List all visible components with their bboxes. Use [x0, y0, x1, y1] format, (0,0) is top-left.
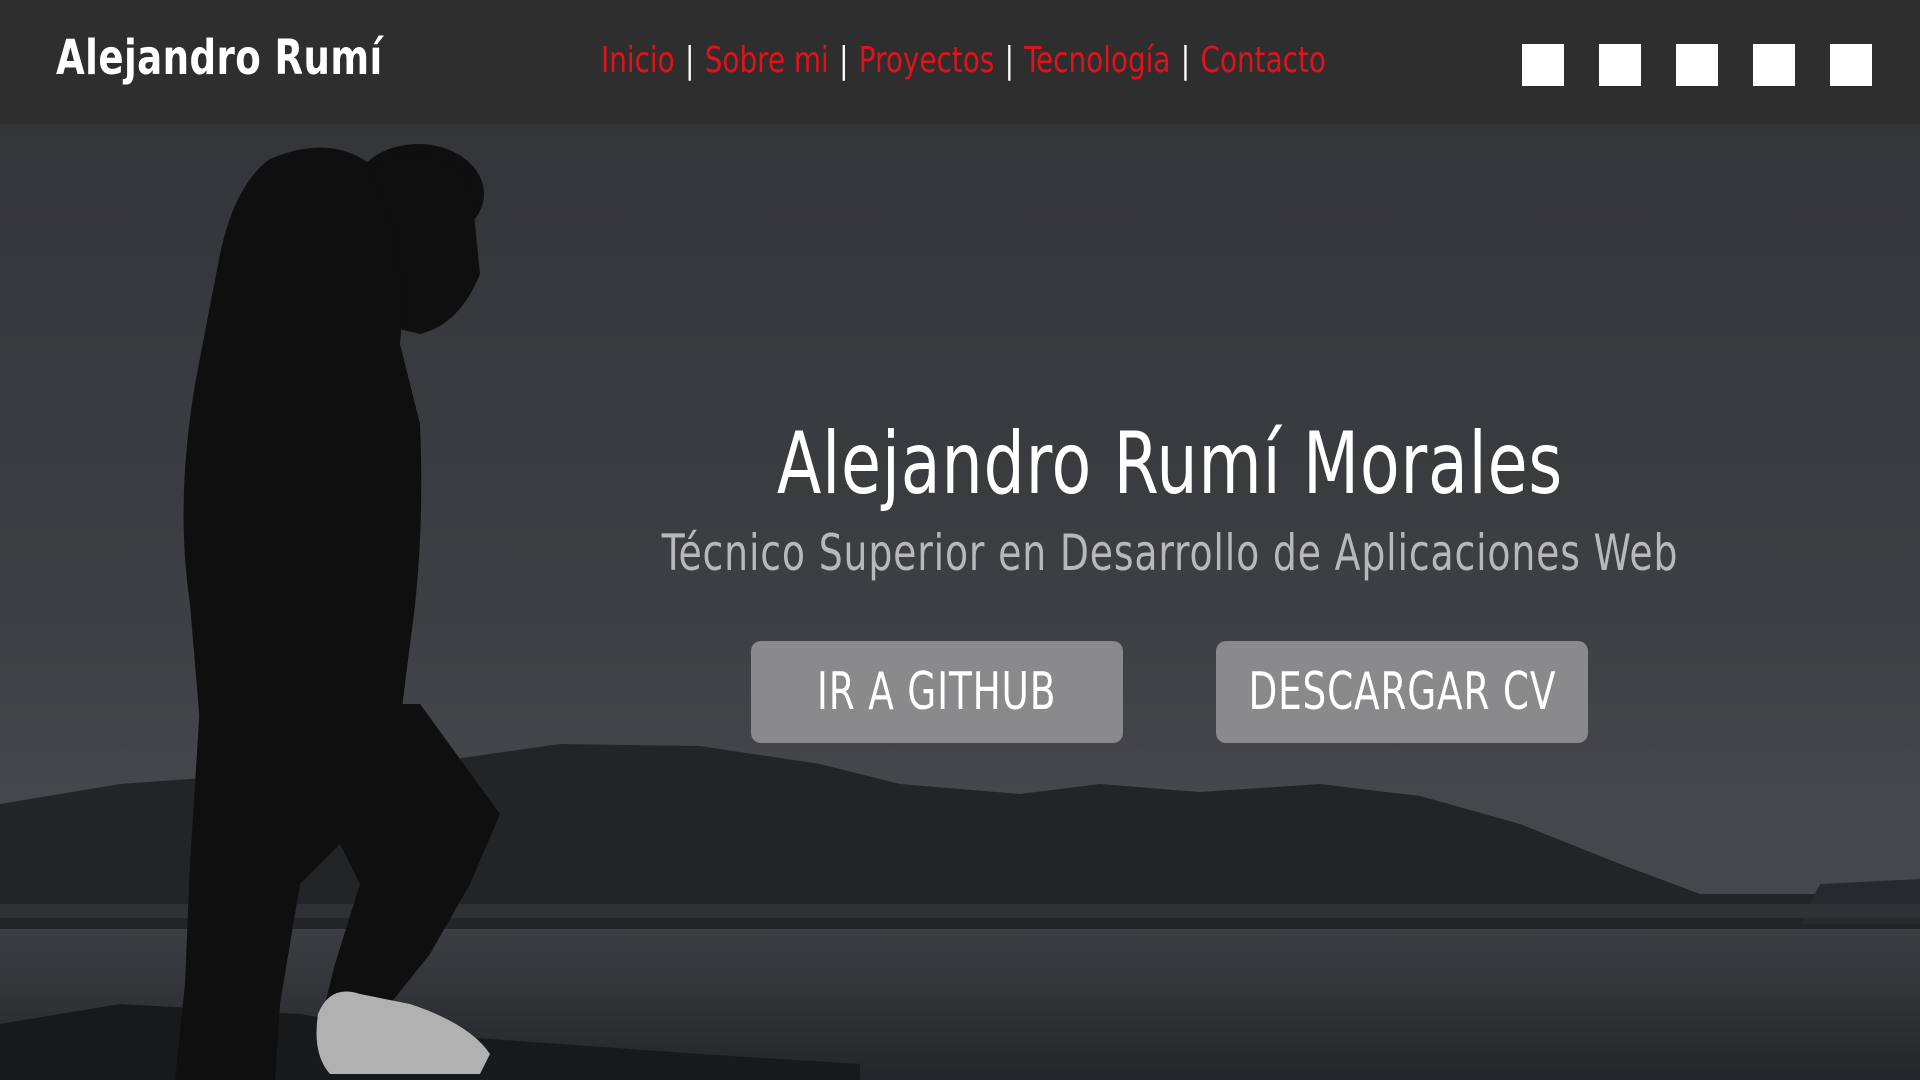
nav-separator: |	[1180, 40, 1191, 81]
hero-overlay	[0, 124, 1920, 1080]
nav-separator: |	[839, 40, 849, 81]
page: Alejandro Rumí Inicio | Sobre mi | Proye…	[0, 0, 1920, 1080]
nav-link-tecnologia[interactable]: Tecnología	[1024, 40, 1170, 81]
hero-section: Alejandro Rumí Morales Técnico Superior …	[0, 124, 1920, 1080]
hero-subtitle: Técnico Superior en Desarrollo de Aplica…	[661, 524, 1679, 582]
download-cv-button[interactable]: DESCARGAR CV	[1216, 641, 1588, 743]
nav-link-contacto[interactable]: Contacto	[1201, 40, 1326, 81]
github-button[interactable]: IR A GITHUB	[751, 641, 1123, 743]
nav-link-proyectos[interactable]: Proyectos	[859, 40, 994, 81]
social-icon-1[interactable]	[1522, 44, 1564, 86]
social-icon-2[interactable]	[1599, 44, 1641, 86]
social-icon-3[interactable]	[1676, 44, 1718, 86]
nav-link-sobre-mi[interactable]: Sobre mi	[705, 40, 829, 81]
social-icon-4[interactable]	[1753, 44, 1795, 86]
github-button-label: IR A GITHUB	[817, 662, 1057, 722]
social-links	[1522, 44, 1872, 86]
brand-logo[interactable]: Alejandro Rumí	[56, 30, 383, 86]
hero-title: Alejandro Rumí Morales	[776, 414, 1564, 514]
hero-buttons: IR A GITHUB DESCARGAR CV	[751, 641, 1588, 743]
social-icon-5[interactable]	[1830, 44, 1872, 86]
nav-link-inicio[interactable]: Inicio	[601, 40, 675, 81]
hero-content: Alejandro Rumí Morales Técnico Superior …	[560, 414, 1780, 582]
main-nav: Inicio | Sobre mi | Proyectos | Tecnolog…	[601, 40, 1326, 81]
nav-separator: |	[685, 40, 695, 81]
nav-separator: |	[1004, 40, 1014, 81]
site-header: Alejandro Rumí Inicio | Sobre mi | Proye…	[0, 0, 1920, 124]
download-cv-button-label: DESCARGAR CV	[1248, 662, 1556, 722]
